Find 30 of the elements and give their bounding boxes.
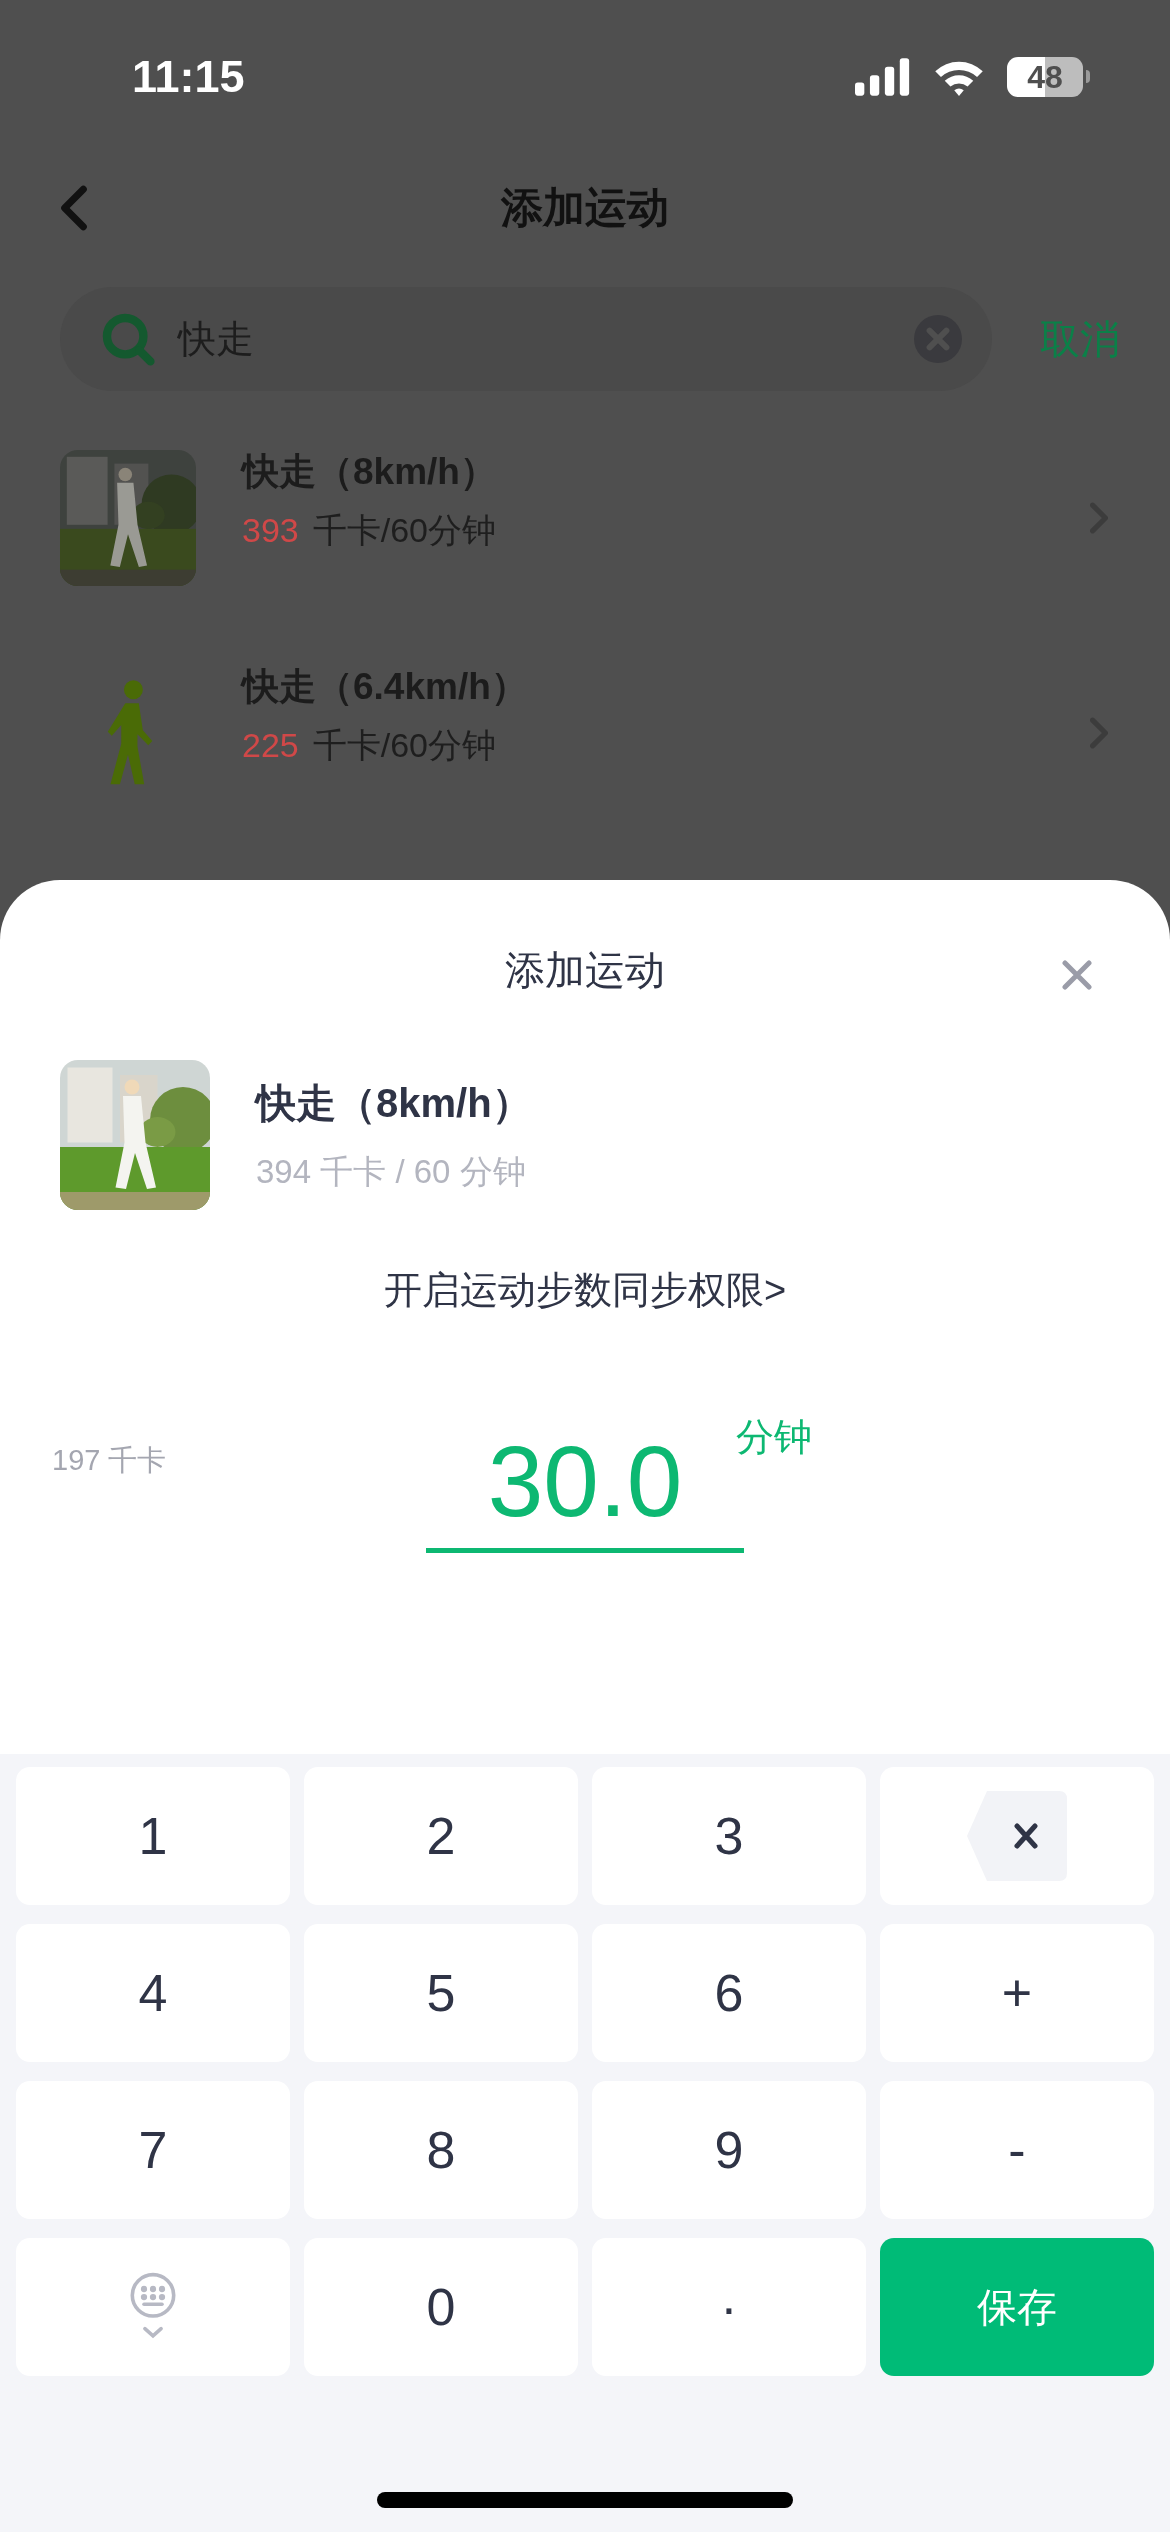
sheet-title: 添加运动 (505, 946, 665, 994)
keypad-key[interactable]: 8 (304, 2080, 578, 2219)
backspace-key[interactable] (880, 1766, 1154, 1905)
result-calories: 225 (242, 725, 299, 767)
hide-keyboard-key[interactable] (16, 2237, 290, 2376)
exercise-detail: 394 千卡 / 60 分钟 (256, 1152, 527, 1193)
keypad-key[interactable]: 3 (592, 1766, 866, 1905)
keypad-key[interactable]: - (880, 2080, 1154, 2219)
keypad-key[interactable]: 7 (16, 2080, 290, 2219)
battery-indicator: 48 (1007, 56, 1083, 97)
page-title: 添加运动 (501, 183, 669, 234)
keypad-key[interactable]: 9 (592, 2080, 866, 2219)
close-icon[interactable] (1062, 959, 1092, 990)
exercise-name: 快走（8km/h） (256, 1080, 532, 1128)
back-icon[interactable] (60, 183, 88, 232)
keypad-key[interactable]: 0 (304, 2237, 578, 2376)
search-icon (100, 311, 156, 368)
keypad-key[interactable]: 5 (304, 1923, 578, 2062)
result-calories: 393 (242, 510, 299, 552)
signal-icon (855, 57, 911, 96)
backspace-icon (967, 1790, 1067, 1881)
keypad-key[interactable]: · (592, 2237, 866, 2376)
keypad-key[interactable]: 4 (16, 1923, 290, 2062)
keypad-key[interactable]: 6 (592, 1923, 866, 2062)
sync-permission-link[interactable]: 开启运动步数同步权限> (383, 1261, 787, 1319)
keypad-key[interactable]: 2 (304, 1766, 578, 1905)
calories-estimate: 197 千卡 (52, 1442, 167, 1478)
status-time: 11:15 (132, 49, 245, 104)
keypad-key[interactable]: 1 (16, 1766, 290, 1905)
keypad-key[interactable]: + (880, 1923, 1154, 2062)
